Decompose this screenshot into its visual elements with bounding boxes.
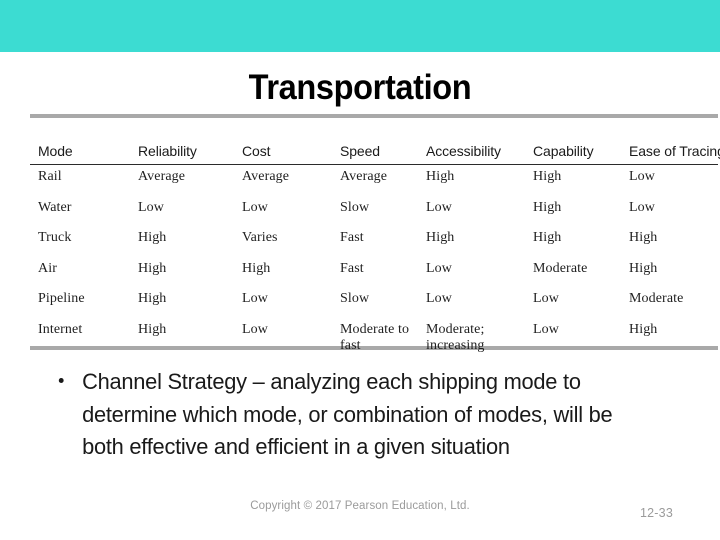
cell-accessibility: Low bbox=[426, 260, 452, 276]
cell-reliability: Average bbox=[138, 169, 186, 184]
bullet-dot-icon bbox=[58, 378, 64, 383]
cell-ease-of-tracing: Low bbox=[629, 169, 655, 184]
cell-ease-of-tracing: Low bbox=[629, 199, 655, 215]
cell-accessibility: High bbox=[426, 230, 455, 245]
column-header-accessibility: Accessibility bbox=[426, 143, 501, 160]
copyright-notice: Copyright © 2017 Pearson Education, Ltd. bbox=[250, 500, 470, 512]
cell-reliability: High bbox=[138, 260, 167, 276]
cell-cost: High bbox=[242, 260, 271, 276]
cell-accessibility: Low bbox=[426, 199, 452, 215]
cell-speed: Slow bbox=[340, 291, 370, 306]
cell-cost: Low bbox=[242, 199, 268, 215]
table: Mode Reliability Cost Speed Accessibilit… bbox=[30, 114, 720, 355]
column-header-cost: Cost bbox=[242, 143, 271, 160]
table-body: Rail Average Average Average High High L… bbox=[30, 163, 720, 355]
cell-capability: High bbox=[533, 199, 562, 215]
cell-speed: Fast bbox=[340, 230, 364, 245]
cell-capability: Low bbox=[533, 321, 559, 337]
cell-reliability: Low bbox=[138, 199, 164, 215]
cell-mode: Internet bbox=[38, 321, 83, 337]
cell-capability: High bbox=[533, 230, 562, 245]
table-row: Rail Average Average Average High High L… bbox=[30, 163, 720, 196]
cell-capability: Low bbox=[533, 291, 559, 306]
cell-speed: Average bbox=[340, 169, 388, 184]
table-row: Water Low Low Slow Low High Low bbox=[30, 196, 720, 227]
bullet-list: Channel Strategy – analyzing each shippi… bbox=[52, 366, 677, 464]
table-header-row: Mode Reliability Cost Speed Accessibilit… bbox=[30, 114, 720, 163]
column-header-ease-of-tracing: Ease of Tracing bbox=[629, 143, 720, 160]
table-row: Pipeline High Low Slow Low Low Moderate bbox=[30, 287, 720, 318]
table-row: Internet High Low Moderate to fast Moder… bbox=[30, 318, 720, 355]
cell-cost: Average bbox=[242, 169, 290, 184]
cell-accessibility: Low bbox=[426, 291, 452, 306]
cell-accessibility: High bbox=[426, 169, 455, 184]
cell-reliability: High bbox=[138, 230, 167, 245]
cell-capability: Moderate bbox=[533, 260, 588, 276]
table-row: Air High High Fast Low Moderate High bbox=[30, 257, 720, 288]
transportation-modes-table: Mode Reliability Cost Speed Accessibilit… bbox=[30, 114, 720, 355]
cell-speed: Moderate to fast bbox=[340, 321, 410, 354]
cell-capability: High bbox=[533, 169, 562, 184]
cell-ease-of-tracing: High bbox=[629, 260, 658, 276]
cell-cost: Low bbox=[242, 291, 268, 306]
column-header-reliability: Reliability bbox=[138, 143, 197, 160]
cell-mode: Air bbox=[38, 260, 57, 276]
table-header: Mode Reliability Cost Speed Accessibilit… bbox=[30, 114, 720, 163]
cell-ease-of-tracing: High bbox=[629, 321, 658, 337]
slide-number: 12-33 bbox=[640, 506, 673, 520]
cell-mode: Pipeline bbox=[38, 291, 85, 306]
column-header-capability: Capability bbox=[533, 143, 594, 160]
page-title: Transportation bbox=[248, 68, 472, 107]
cell-cost: Varies bbox=[242, 230, 278, 245]
column-header-mode: Mode bbox=[38, 143, 73, 160]
cell-mode: Truck bbox=[38, 230, 72, 245]
cell-accessibility: Moderate; increasing bbox=[426, 321, 485, 354]
list-item: Channel Strategy – analyzing each shippi… bbox=[52, 366, 658, 464]
list-item-text: Channel Strategy – analyzing each shippi… bbox=[82, 369, 613, 459]
cell-reliability: High bbox=[138, 321, 167, 337]
cell-cost: Low bbox=[242, 321, 268, 337]
cell-ease-of-tracing: Moderate bbox=[629, 291, 684, 306]
cell-mode: Rail bbox=[38, 169, 62, 184]
cell-mode: Water bbox=[38, 199, 72, 215]
table-row: Truck High Varies Fast High High High bbox=[30, 226, 720, 257]
column-header-speed: Speed bbox=[340, 143, 380, 160]
top-banner bbox=[0, 0, 720, 52]
cell-speed: Slow bbox=[340, 199, 370, 215]
cell-speed: Fast bbox=[340, 260, 364, 276]
cell-ease-of-tracing: High bbox=[629, 230, 658, 245]
cell-reliability: High bbox=[138, 291, 167, 306]
